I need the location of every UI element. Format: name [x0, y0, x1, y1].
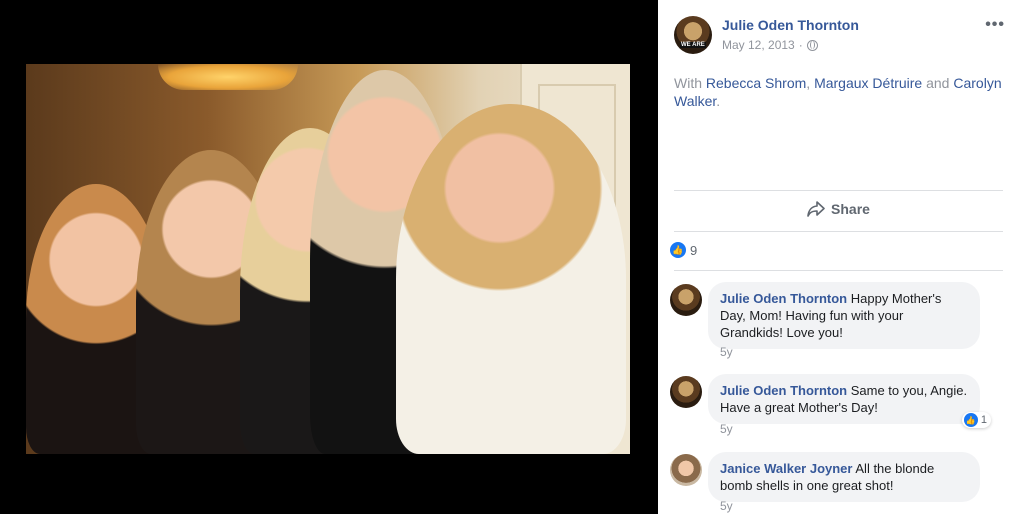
post-date[interactable]: May 12, 2013 — [722, 38, 795, 52]
post-header: WE ARE Julie Oden Thornton May 12, 2013 … — [674, 14, 1005, 58]
commenter-name[interactable]: Julie Oden Thornton — [720, 291, 847, 306]
author-name[interactable]: Julie Oden Thornton — [722, 17, 859, 33]
person-5 — [396, 104, 626, 454]
tagged-person-link[interactable]: Rebecca Shrom — [706, 75, 806, 91]
divider — [674, 270, 1003, 271]
share-icon — [807, 201, 825, 217]
meta-separator: · — [798, 38, 803, 52]
like-icon: 👍 — [963, 413, 978, 427]
comment-bubble: Julie Oden Thornton Happy Mother's Day, … — [708, 282, 980, 349]
author-avatar[interactable]: WE ARE — [674, 16, 712, 54]
commenter-name[interactable]: Julie Oden Thornton — [720, 383, 847, 398]
tagged-person-link[interactable]: Margaux Détruire — [814, 75, 922, 91]
comment-time[interactable]: 5y — [720, 499, 733, 513]
share-button[interactable]: Share — [658, 201, 1019, 217]
commenter-name[interactable]: Janice Walker Joyner — [720, 461, 852, 476]
comment-like-count: 1 — [980, 414, 987, 426]
comment-text: Same to you, Angie. — [850, 383, 968, 398]
post-photo[interactable] — [26, 64, 630, 454]
comment-time[interactable]: 5y — [720, 345, 733, 359]
comment-text: you! — [818, 325, 843, 340]
comment-time[interactable]: 5y — [720, 422, 733, 436]
post-sidebar: WE ARE Julie Oden Thornton May 12, 2013 … — [658, 0, 1019, 514]
share-label: Share — [831, 201, 870, 217]
photo-viewer — [0, 0, 658, 514]
more-options-button[interactable]: ••• — [985, 16, 1005, 34]
comment-text: Have a great Mother's Day! — [720, 400, 878, 415]
comment-like-badge[interactable]: 👍 1 — [961, 412, 991, 428]
comment-text: shells in one great shot! — [756, 478, 894, 493]
like-count: 9 — [690, 242, 698, 258]
lamp — [158, 64, 298, 90]
comment-text: Mom! Having fun with your Grandkids! Lov… — [720, 308, 904, 340]
like-icon: 👍 — [670, 242, 686, 258]
post-meta: May 12, 2013 · — [722, 38, 818, 52]
commenter-avatar[interactable] — [670, 376, 702, 408]
commenter-avatar[interactable] — [670, 454, 702, 486]
reaction-summary[interactable]: 👍 9 — [670, 242, 697, 258]
comment-bubble: Julie Oden Thornton Same to you, Angie. … — [708, 374, 980, 424]
globe-icon[interactable] — [806, 39, 818, 51]
commenter-avatar[interactable] — [670, 284, 702, 316]
comment-bubble: Janice Walker Joyner All the blonde bomb… — [708, 452, 980, 502]
divider — [674, 190, 1003, 191]
divider — [674, 231, 1003, 232]
tagged-people: With Rebecca Shrom, Margaux Détruire and… — [674, 75, 1002, 109]
